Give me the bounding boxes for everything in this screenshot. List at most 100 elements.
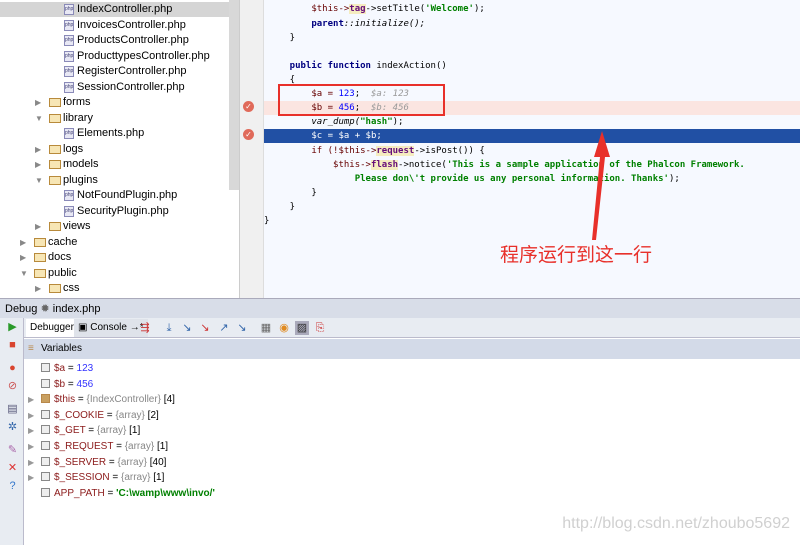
php-file-icon: php [64, 19, 74, 31]
expand-arrow-icon[interactable]: ▶ [24, 470, 41, 485]
tree-item[interactable]: ▶ docs [0, 250, 229, 265]
tree-item[interactable]: php ProducttypesController.php [0, 49, 229, 64]
tree-item-label: library [63, 111, 93, 124]
restore-layout-icon[interactable]: ⎘ [313, 321, 327, 335]
tree-item[interactable]: php SessionController.php [0, 80, 229, 95]
expand-arrow-icon[interactable]: ▶ [24, 392, 41, 407]
tree-item[interactable]: php RegisterController.php [0, 64, 229, 79]
tab-label: Console [90, 322, 127, 333]
watermark: http://blog.csdn.net/zhoubo5692 [562, 515, 790, 532]
variable-row[interactable]: ▶ $_COOKIE = {array} [2] [24, 408, 159, 423]
tree-item[interactable]: ▼ plugins [0, 173, 229, 188]
tree-item-label: logs [63, 142, 84, 155]
evaluate-expression-icon[interactable]: ▦ [259, 321, 273, 335]
expand-arrow-icon[interactable]: ▶ [24, 423, 41, 438]
expanded-arrow-icon[interactable]: ▼ [20, 266, 28, 281]
breakpoint-icon[interactable]: ✓ [243, 101, 254, 112]
variable-name: $_REQUEST [54, 441, 114, 452]
expand-arrow-icon[interactable]: ▶ [24, 439, 41, 454]
variable-row[interactable]: $b = 456 [24, 377, 93, 392]
tree-item[interactable]: php IndexController.php [0, 2, 229, 17]
php-file-icon: php [64, 50, 74, 62]
tree-item-label: plugins [63, 173, 98, 186]
tree-item[interactable]: php SecurityPlugin.php [0, 204, 229, 219]
variables-icon: ≡ [28, 343, 34, 354]
step-over-icon[interactable]: ⤓ [162, 321, 176, 335]
force-step-into-icon[interactable]: ↘ [198, 321, 212, 335]
tab-debugger[interactable]: Debugger [26, 319, 78, 337]
variable-count: [1] [126, 425, 141, 437]
variable-row[interactable]: ▶ $this = {IndexController} [4] [24, 392, 175, 407]
variable-row[interactable]: ▶ $_REQUEST = {array} [1] [24, 439, 168, 454]
php-file-icon: php [64, 205, 74, 217]
console-icon: ▣ [78, 322, 88, 333]
variable-row[interactable]: ▶ $_SESSION = {array} [1] [24, 470, 164, 485]
variable-row[interactable]: APP_PATH = 'C:\wamp\www\invo/' [24, 486, 215, 501]
code: 'Welcome' [425, 4, 474, 14]
debug-side-toolbar: ▶ ■ ● ⊘ ▤ ✲ ✎ ✕ ? [0, 318, 24, 545]
tree-item-label: forms [63, 96, 91, 108]
settings-icon[interactable]: ✲ [6, 421, 19, 434]
equals: = [65, 378, 77, 390]
expanded-arrow-icon[interactable]: ▼ [35, 173, 43, 188]
php-file-icon: php [64, 190, 74, 201]
pin-icon[interactable]: ✎ [6, 444, 19, 457]
tree-item[interactable]: php InvoicesController.php [0, 18, 229, 33]
mute-breakpoints-icon[interactable]: ⊘ [6, 380, 19, 393]
code-line: var_dump("hash"); [264, 115, 800, 129]
layout-icon[interactable]: ▤ [6, 403, 19, 416]
tree-item[interactable]: ▶ forms [0, 95, 229, 110]
collapsed-arrow-icon[interactable]: ▶ [35, 219, 41, 234]
step-out-icon[interactable]: ↗ [217, 321, 231, 335]
collapsed-arrow-icon[interactable]: ▶ [35, 281, 41, 296]
editor-gutter[interactable]: ✓ ✓ [240, 0, 264, 298]
variable-type: {IndexController} [86, 394, 162, 406]
expanded-arrow-icon[interactable]: ▼ [35, 111, 43, 126]
variable-row[interactable]: ▶ $_GET = {array} [1] [24, 423, 140, 438]
project-tree: php IndexController.php php InvoicesControl… [0, 0, 240, 298]
step-into-icon[interactable]: ↘ [180, 321, 194, 335]
tree-item[interactable]: php Elements.php [0, 126, 229, 141]
variable-row[interactable]: $a = 123 [24, 361, 93, 376]
tree-item[interactable]: ▼ library [0, 111, 229, 126]
code: public function [268, 61, 377, 71]
watch-icon[interactable]: ◉ [277, 321, 291, 335]
tree-item[interactable]: ▶ css [0, 281, 229, 296]
tree-item[interactable]: php ProductsController.php [0, 33, 229, 48]
collapsed-arrow-icon[interactable]: ▶ [20, 250, 26, 265]
php-file-icon: php [64, 35, 74, 46]
close-icon[interactable]: ✕ [6, 462, 19, 475]
expand-arrow-icon[interactable]: ▶ [24, 455, 41, 470]
tree-item[interactable]: ▶ models [0, 157, 229, 172]
code: ); [392, 117, 404, 127]
toggle-view-icon[interactable]: ▨ [295, 321, 309, 335]
tree-item-label: RegisterController.php [77, 65, 187, 77]
tree-item[interactable]: php NotFoundPlugin.php [0, 188, 229, 203]
collapsed-arrow-icon[interactable]: ▶ [20, 235, 26, 250]
tab-console[interactable]: ▣ Console →* [74, 319, 148, 337]
run-to-cursor-icon[interactable]: ↘ [235, 321, 249, 335]
resume-icon[interactable]: ▶ [6, 321, 19, 334]
tree-item[interactable]: ▶ logs [0, 142, 229, 157]
variable-name: $_COOKIE [54, 409, 105, 421]
code: ->notice( [398, 160, 447, 170]
collapsed-arrow-icon[interactable]: ▶ [35, 95, 41, 110]
code-line: if (!$this->request->isPost()) { [264, 144, 800, 158]
tree-item[interactable]: ▶ cache [0, 235, 229, 250]
int-variable-icon [41, 363, 50, 372]
view-breakpoints-icon[interactable]: ● [6, 362, 19, 375]
collapsed-arrow-icon[interactable]: ▶ [35, 142, 41, 157]
tree-item-label: models [63, 158, 99, 170]
tree-item[interactable]: ▶ views [0, 219, 229, 234]
expand-arrow-icon[interactable]: ▶ [24, 408, 41, 423]
php-file-icon: php [64, 128, 74, 139]
collapsed-arrow-icon[interactable]: ▶ [35, 157, 41, 172]
breakpoint-icon[interactable]: ✓ [243, 129, 254, 140]
help-icon[interactable]: ? [6, 480, 19, 493]
variable-row[interactable]: ▶ $_SERVER = {array} [40] [24, 455, 166, 470]
tree-item[interactable]: ▼ public [0, 266, 229, 281]
stop-icon[interactable]: ■ [6, 339, 19, 352]
show-execution-point-icon[interactable]: ⇶ [138, 321, 152, 335]
tree-scrollbar[interactable] [229, 0, 239, 190]
code: ->isPost()) { [414, 146, 485, 156]
